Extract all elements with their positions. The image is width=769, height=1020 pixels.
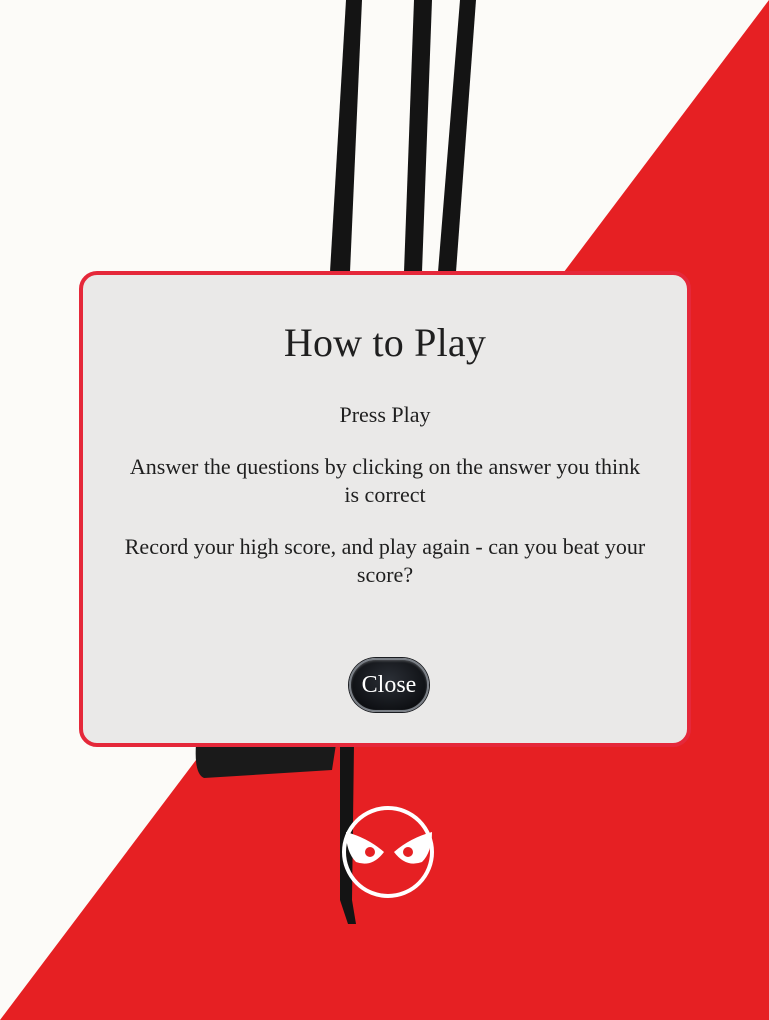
- how-to-play-modal: How to Play Press Play Answer the questi…: [79, 271, 691, 747]
- instruction-press-play: Press Play: [339, 402, 431, 427]
- close-button[interactable]: Close: [349, 658, 429, 712]
- modal-title: How to Play: [283, 320, 487, 365]
- instruction-record-score: Record your high score, and play again -…: [124, 534, 646, 587]
- instruction-answer-questions: Answer the questions by clicking on the …: [129, 454, 641, 507]
